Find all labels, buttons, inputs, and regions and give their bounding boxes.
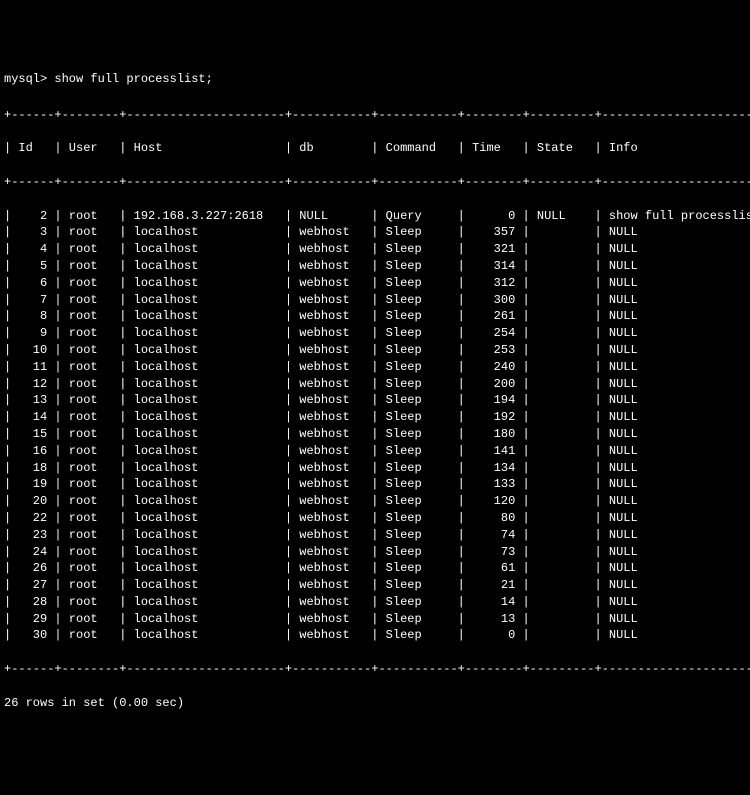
table-row: | 5 | root | localhost | webhost | Sleep… — [4, 258, 746, 275]
table-row: | 16 | root | localhost | webhost | Slee… — [4, 443, 746, 460]
table-row: | 2 | root | 192.168.3.227:2618 | NULL |… — [4, 208, 746, 225]
result-footer: 26 rows in set (0.00 sec) — [4, 695, 746, 712]
table-row: | 24 | root | localhost | webhost | Slee… — [4, 544, 746, 561]
table-row: | 30 | root | localhost | webhost | Slee… — [4, 627, 746, 644]
table-row: | 20 | root | localhost | webhost | Slee… — [4, 493, 746, 510]
table-row: | 19 | root | localhost | webhost | Slee… — [4, 476, 746, 493]
table-row: | 18 | root | localhost | webhost | Slee… — [4, 460, 746, 477]
table-row: | 15 | root | localhost | webhost | Slee… — [4, 426, 746, 443]
table-row: | 4 | root | localhost | webhost | Sleep… — [4, 241, 746, 258]
table-row: | 22 | root | localhost | webhost | Slee… — [4, 510, 746, 527]
table-row: | 6 | root | localhost | webhost | Sleep… — [4, 275, 746, 292]
table-row: | 26 | root | localhost | webhost | Slee… — [4, 560, 746, 577]
table-separator-bottom: +------+--------+----------------------+… — [4, 661, 746, 678]
table-row: | 28 | root | localhost | webhost | Slee… — [4, 594, 746, 611]
table-row: | 12 | root | localhost | webhost | Slee… — [4, 376, 746, 393]
prompt-text: mysql> show full processlist; — [4, 72, 213, 86]
table-separator-header: +------+--------+----------------------+… — [4, 174, 746, 191]
table-row: | 13 | root | localhost | webhost | Slee… — [4, 392, 746, 409]
mysql-prompt[interactable]: mysql> show full processlist; — [4, 71, 746, 88]
table-row: | 10 | root | localhost | webhost | Slee… — [4, 342, 746, 359]
table-body: | 2 | root | 192.168.3.227:2618 | NULL |… — [4, 208, 746, 645]
table-row: | 11 | root | localhost | webhost | Slee… — [4, 359, 746, 376]
table-row: | 8 | root | localhost | webhost | Sleep… — [4, 308, 746, 325]
table-row: | 9 | root | localhost | webhost | Sleep… — [4, 325, 746, 342]
footer-text: 26 rows in set (0.00 sec) — [4, 696, 184, 710]
table-row: | 27 | root | localhost | webhost | Slee… — [4, 577, 746, 594]
table-row: | 23 | root | localhost | webhost | Slee… — [4, 527, 746, 544]
table-row: | 7 | root | localhost | webhost | Sleep… — [4, 292, 746, 309]
table-row: | 3 | root | localhost | webhost | Sleep… — [4, 224, 746, 241]
table-row: | 29 | root | localhost | webhost | Slee… — [4, 611, 746, 628]
table-separator-top: +------+--------+----------------------+… — [4, 107, 746, 124]
table-row: | 14 | root | localhost | webhost | Slee… — [4, 409, 746, 426]
table-header-row: | Id | User | Host | db | Command | Time… — [4, 140, 746, 157]
